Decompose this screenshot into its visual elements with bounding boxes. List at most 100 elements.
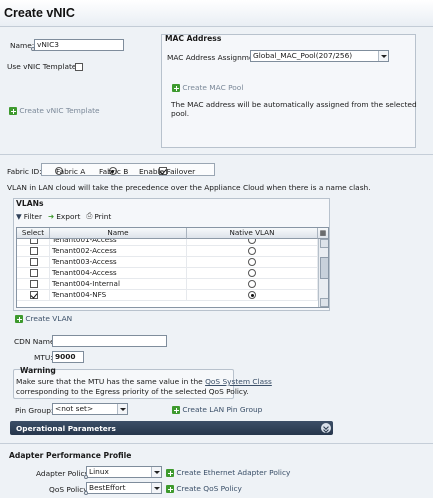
scroll-down-button[interactable]: [320, 298, 328, 307]
filter-label: Filter: [23, 211, 42, 221]
vlans-table-body: Tenant001-Access Tenant002-Access Tenant00…: [17, 239, 318, 307]
vlans-panel-title: VLANs: [16, 199, 44, 208]
native-vlan-radio[interactable]: [248, 247, 256, 255]
pin-group-select[interactable]: <not set>: [52, 403, 128, 415]
vlans-table: Select Name Native VLAN ▦ Tenant001-Acce…: [16, 227, 329, 308]
mac-assignment-select[interactable]: Global_MAC_Pool(207/256): [250, 50, 389, 62]
adapter-policy-select[interactable]: Linux: [86, 466, 162, 478]
create-lan-pin-group-link[interactable]: Create LAN Pin Group: [172, 405, 262, 414]
filter-button[interactable]: ▼ Filter: [16, 211, 42, 221]
adapter-policy-value: Linux: [89, 467, 109, 476]
create-qos-policy-link[interactable]: Create QoS Policy: [166, 484, 242, 493]
create-vnic-template-link[interactable]: Create vNIC Template: [9, 106, 100, 115]
column-header-native-vlan[interactable]: Native VLAN: [187, 228, 318, 239]
create-lan-pin-group-label: Create LAN Pin Group: [182, 405, 263, 414]
adapter-profile-title: Adapter Performance Profile: [9, 451, 132, 460]
export-icon: ➜: [48, 211, 55, 221]
operational-parameters-bar[interactable]: Operational Parameters: [10, 421, 333, 435]
table-row[interactable]: Tenant004-NFS: [17, 290, 318, 301]
enable-failover-label: Enable Failover: [139, 167, 196, 176]
expand-icon[interactable]: [321, 423, 331, 433]
table-row[interactable]: Tenant004-Access: [17, 268, 318, 279]
warning-text-before: Make sure that the MTU has the same valu…: [16, 377, 203, 386]
native-vlan-radio[interactable]: [248, 280, 256, 288]
vlan-select-checkbox[interactable]: [30, 291, 38, 299]
table-row[interactable]: Tenant003-Access: [17, 257, 318, 268]
mac-panel-title: MAC Address: [165, 34, 222, 43]
vlans-scrollbar[interactable]: [318, 239, 328, 307]
name-input[interactable]: vNIC3: [34, 39, 124, 51]
add-icon: [172, 406, 180, 414]
native-vlan-radio[interactable]: [248, 258, 256, 266]
scroll-thumb[interactable]: [320, 257, 328, 279]
export-button[interactable]: ➜ Export: [48, 211, 80, 221]
table-row[interactable]: Tenant004-Internal: [17, 279, 318, 290]
add-icon: [15, 315, 23, 323]
vlan-name-cell: Tenant004-NFS: [50, 290, 187, 301]
print-label: Print: [94, 211, 112, 221]
select-cell: [17, 239, 50, 246]
create-qos-policy-label: Create QoS Policy: [176, 484, 242, 493]
native-vlan-radio[interactable]: [248, 239, 256, 244]
native-vlan-cell: [187, 239, 318, 246]
table-row[interactable]: Tenant001-Access: [17, 239, 318, 246]
create-vlan-label: Create VLAN: [25, 314, 73, 323]
column-chooser-icon[interactable]: ▦: [318, 228, 328, 239]
fabric-b-label: Fabric B: [99, 167, 129, 176]
create-vnic-template-label: Create vNIC Template: [19, 106, 100, 115]
qos-policy-value: BestEffort: [89, 483, 126, 492]
vlan-name-cell: Tenant002-Access: [50, 246, 187, 257]
mtu-label: MTU:: [34, 353, 53, 362]
native-vlan-cell: [187, 279, 318, 290]
select-cell: [17, 279, 50, 290]
vlan-precedence-note: VLAN in LAN cloud will take the preceden…: [7, 183, 371, 192]
vlan-select-checkbox[interactable]: [30, 239, 38, 244]
warning-line-1: Make sure that the MTU has the same valu…: [16, 377, 272, 386]
vlan-name-cell: Tenant004-Internal: [50, 279, 187, 290]
required-indicator-icon: [84, 491, 88, 495]
chevron-down-icon: [117, 404, 127, 414]
vlan-select-checkbox[interactable]: [30, 280, 38, 288]
native-vlan-cell: [187, 290, 318, 301]
add-icon: [172, 84, 180, 92]
add-icon: [9, 107, 17, 115]
add-icon: [166, 485, 174, 493]
divider: [0, 154, 433, 155]
chevron-down-icon: [151, 467, 161, 477]
cdn-name-label: CDN Name:: [14, 337, 58, 346]
create-mac-pool-link[interactable]: Create MAC Pool: [172, 83, 243, 92]
cdn-name-input[interactable]: [52, 335, 167, 347]
select-cell: [17, 268, 50, 279]
scroll-up-button[interactable]: [320, 239, 328, 248]
column-header-select[interactable]: Select: [17, 228, 50, 239]
warning-text-after: corresponding to the Egress priority of …: [16, 387, 249, 396]
use-template-checkbox[interactable]: [75, 63, 83, 71]
table-row[interactable]: Tenant002-Access: [17, 246, 318, 257]
required-indicator-icon: [31, 47, 35, 51]
native-vlan-cell: [187, 268, 318, 279]
native-vlan-radio[interactable]: [248, 291, 256, 299]
warning-title: Warning: [20, 366, 56, 375]
native-vlan-radio[interactable]: [248, 269, 256, 277]
print-button[interactable]: ⎙ Print: [86, 211, 111, 221]
operational-parameters-label: Operational Parameters: [16, 424, 116, 433]
required-indicator-icon: [84, 475, 88, 479]
vlan-select-checkbox[interactable]: [30, 258, 38, 266]
fabric-id-label: Fabric ID:: [7, 167, 42, 176]
qos-system-class-link[interactable]: QoS System Class: [205, 377, 272, 386]
vlan-select-checkbox[interactable]: [30, 269, 38, 277]
native-vlan-cell: [187, 257, 318, 268]
mac-assignment-value: Global_MAC_Pool(207/256): [253, 51, 353, 60]
select-cell: [17, 246, 50, 257]
vlan-name-cell: Tenant001-Access: [50, 239, 187, 246]
create-ethernet-adapter-policy-label: Create Ethernet Adapter Policy: [176, 468, 291, 477]
vlan-select-checkbox[interactable]: [30, 247, 38, 255]
column-header-name[interactable]: Name: [50, 228, 187, 239]
mtu-input[interactable]: 9000: [52, 351, 84, 363]
chevron-down-icon: [378, 51, 388, 61]
vlans-toolbar: ▼ Filter ➜ Export ⎙ Print: [16, 211, 117, 221]
create-vlan-link[interactable]: Create VLAN: [15, 314, 72, 323]
create-ethernet-adapter-policy-link[interactable]: Create Ethernet Adapter Policy: [166, 468, 290, 477]
fabric-a-label: Fabric A: [56, 167, 86, 176]
qos-policy-select[interactable]: BestEffort: [86, 482, 162, 494]
